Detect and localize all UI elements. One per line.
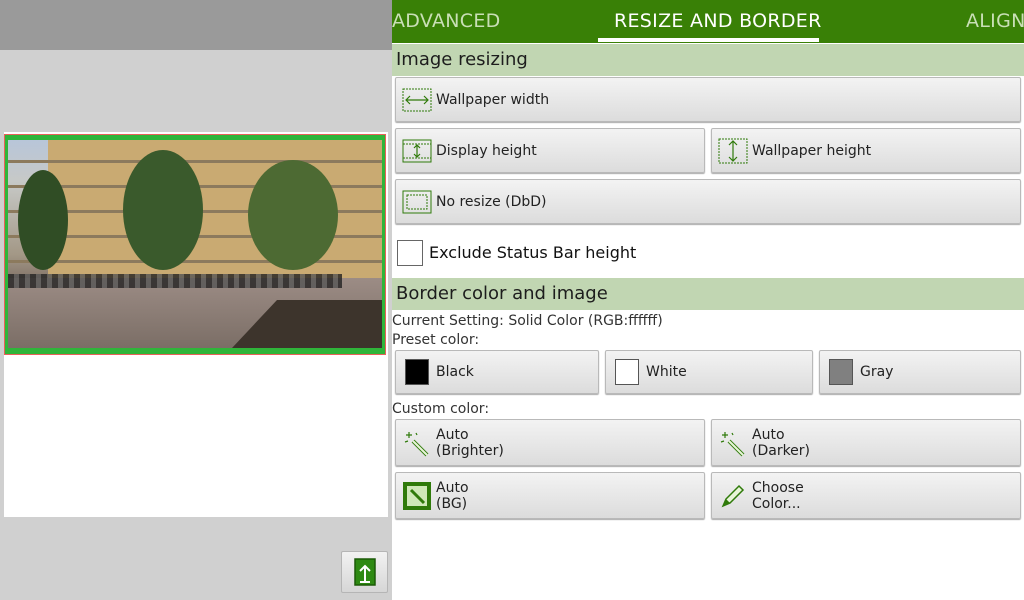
no-resize-icon — [402, 189, 432, 215]
preview-photo — [8, 140, 382, 348]
vertical-arrows-icon — [718, 138, 748, 164]
auto-darker-button[interactable]: Auto (Darker) — [711, 419, 1021, 466]
display-height-label: Display height — [436, 142, 537, 159]
black-swatch-icon — [402, 359, 432, 385]
export-icon — [353, 558, 376, 586]
preset-gray-label: Gray — [860, 364, 894, 380]
wallpaper-width-label: Wallpaper width — [436, 91, 550, 108]
wallpaper-height-label: Wallpaper height — [752, 142, 872, 159]
wallpaper-width-button[interactable]: Wallpaper width — [395, 77, 1021, 122]
exclude-status-bar-checkbox[interactable] — [397, 240, 423, 266]
preset-color-label: Preset color: — [392, 332, 480, 348]
section-image-resizing: Image resizing — [392, 44, 1024, 76]
magic-wand-icon — [718, 430, 748, 456]
auto-brighter-button[interactable]: Auto (Brighter) — [395, 419, 705, 466]
auto-bg-label: Auto (BG) — [436, 479, 469, 512]
height-arrows-icon — [402, 138, 432, 164]
set-wallpaper-button[interactable] — [341, 551, 388, 593]
tab-bar: ADVANCED RESIZE AND BORDER ALIGN — [392, 0, 1024, 43]
active-tab-indicator — [598, 38, 819, 42]
pencil-icon — [718, 483, 748, 509]
preset-black-label: Black — [436, 364, 474, 380]
auto-bg-button[interactable]: Auto (BG) — [395, 472, 705, 519]
tab-align[interactable]: ALIGN — [966, 0, 1024, 43]
gray-swatch-icon — [826, 359, 856, 385]
no-resize-label: No resize (DbD) — [436, 193, 547, 210]
section-border-color: Border color and image — [392, 278, 1024, 310]
wallpaper-height-button[interactable]: Wallpaper height — [711, 128, 1021, 173]
preview-top-bar — [0, 0, 392, 50]
display-height-button[interactable]: Display height — [395, 128, 705, 173]
wallpaper-preview — [4, 132, 388, 517]
current-setting-text: Current Setting: Solid Color (RGB:ffffff… — [392, 313, 663, 329]
preset-black-button[interactable]: Black — [395, 350, 599, 394]
preset-white-label: White — [646, 364, 687, 380]
white-swatch-icon — [612, 359, 642, 385]
exclude-status-bar-label: Exclude Status Bar height — [429, 243, 637, 262]
tab-resize-and-border[interactable]: RESIZE AND BORDER — [614, 0, 822, 43]
choose-color-button[interactable]: Choose Color... — [711, 472, 1021, 519]
width-arrows-icon — [402, 87, 432, 113]
settings-pane: ADVANCED RESIZE AND BORDER ALIGN Image r… — [392, 0, 1024, 600]
preset-gray-button[interactable]: Gray — [819, 350, 1021, 394]
preset-white-button[interactable]: White — [605, 350, 813, 394]
choose-color-label: Choose Color... — [752, 479, 804, 512]
no-resize-button[interactable]: No resize (DbD) — [395, 179, 1021, 224]
custom-color-label: Custom color: — [392, 401, 490, 417]
magic-wand-icon — [402, 430, 432, 456]
auto-darker-label: Auto (Darker) — [752, 426, 811, 459]
tab-advanced[interactable]: ADVANCED — [392, 0, 501, 43]
image-wand-icon — [402, 481, 432, 510]
auto-brighter-label: Auto (Brighter) — [436, 426, 504, 459]
preview-border-frame[interactable] — [4, 134, 386, 355]
preview-pane — [0, 0, 392, 600]
